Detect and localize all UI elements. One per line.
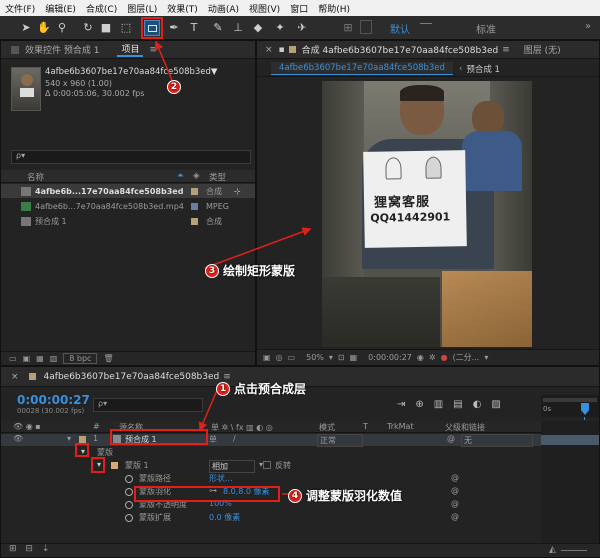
annotation-text: 绘制矩形蒙版 (223, 264, 296, 278)
annotation-arrow-2 (154, 40, 173, 81)
annotation-2: 2 (167, 80, 181, 94)
annotation-1: 1 点击预合成层 (216, 380, 306, 397)
annotation-text: 调整蒙版羽化数值 (306, 489, 403, 503)
annotation-3: 3 绘制矩形蒙版 (205, 262, 295, 279)
annotation-arrows (154, 40, 312, 495)
annotation-number: 1 (216, 381, 230, 396)
annotation-number: 4 (288, 488, 302, 503)
annotation-text: 点击预合成层 (234, 382, 307, 396)
annotation-4: 4 调整蒙版羽化数值 (288, 487, 402, 504)
annotation-number: 2 (167, 80, 181, 94)
annotation-number: 3 (205, 263, 219, 278)
